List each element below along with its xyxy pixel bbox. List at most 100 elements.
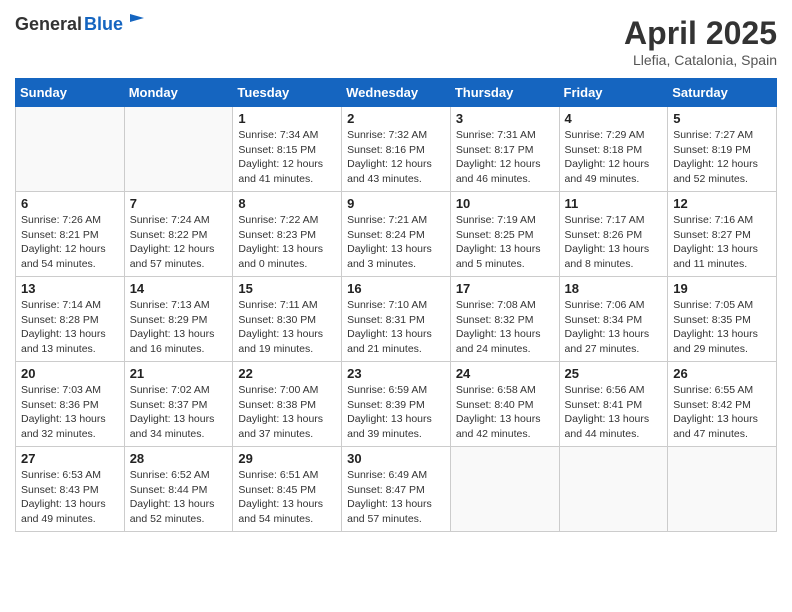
day-info: Sunrise: 7:22 AMSunset: 8:23 PMDaylight:… [238, 213, 336, 272]
calendar-day-cell: 29Sunrise: 6:51 AMSunset: 8:45 PMDayligh… [233, 447, 342, 532]
day-number: 17 [456, 281, 554, 296]
day-number: 8 [238, 196, 336, 211]
day-number: 27 [21, 451, 119, 466]
day-number: 5 [673, 111, 771, 126]
calendar-day-cell: 26 Sunrise: 6:55 AMSunset: 8:42 PMDayligh… [668, 362, 777, 447]
calendar-day-cell: 14 Sunrise: 7:13 AMSunset: 8:29 PMDayligh… [124, 277, 233, 362]
day-info: Sunrise: 6:52 AMSunset: 8:44 PMDaylight:… [130, 468, 228, 527]
calendar-day-cell: 19 Sunrise: 7:05 AMSunset: 8:35 PMDayligh… [668, 277, 777, 362]
calendar-day-cell: 7Sunrise: 7:24 AMSunset: 8:22 PMDaylight… [124, 192, 233, 277]
calendar-day-cell: 22Sunrise: 7:00 AMSunset: 8:38 PMDayligh… [233, 362, 342, 447]
logo-blue-text: Blue [84, 14, 123, 34]
day-number: 4 [565, 111, 663, 126]
calendar-week-row: 13Sunrise: 7:14 AMSunset: 8:28 PMDayligh… [16, 277, 777, 362]
day-of-week-header: Sunday [16, 79, 125, 107]
day-info: Sunrise: 7:17 AMSunset: 8:26 PMDaylight:… [565, 213, 663, 272]
day-number: 30 [347, 451, 445, 466]
calendar-day-cell: 16Sunrise: 7:10 AMSunset: 8:31 PMDayligh… [342, 277, 451, 362]
logo-flag-icon [126, 10, 148, 32]
day-info: Sunrise: 7:08 AMSunset: 8:32 PMDaylight:… [456, 298, 554, 357]
day-number: 28 [130, 451, 228, 466]
day-number: 10 [456, 196, 554, 211]
day-info: Sunrise: 7:13 AMSunset: 8:29 PMDaylight:… [130, 298, 228, 357]
day-number: 22 [238, 366, 336, 381]
calendar-day-cell: 5 Sunrise: 7:27 AMSunset: 8:19 PMDaylight… [668, 107, 777, 192]
calendar-header-row: SundayMondayTuesdayWednesdayThursdayFrid… [16, 79, 777, 107]
logo-general: GeneralBlue [15, 15, 123, 35]
day-info: Sunrise: 7:11 AMSunset: 8:30 PMDaylight:… [238, 298, 336, 357]
day-info: Sunrise: 6:58 AMSunset: 8:40 PMDaylight:… [456, 383, 554, 442]
day-number: 15 [238, 281, 336, 296]
calendar-day-cell: 28 Sunrise: 6:52 AMSunset: 8:44 PMDayligh… [124, 447, 233, 532]
calendar-day-cell: 15 Sunrise: 7:11 AMSunset: 8:30 PMDayligh… [233, 277, 342, 362]
calendar-day-cell: 12Sunrise: 7:16 AMSunset: 8:27 PMDayligh… [668, 192, 777, 277]
calendar-day-cell [559, 447, 668, 532]
calendar-day-cell: 10 Sunrise: 7:19 AMSunset: 8:25 PMDayligh… [450, 192, 559, 277]
day-number: 21 [130, 366, 228, 381]
day-of-week-header: Tuesday [233, 79, 342, 107]
day-info: Sunrise: 6:55 AMSunset: 8:42 PMDaylight:… [673, 383, 771, 442]
day-of-week-header: Wednesday [342, 79, 451, 107]
calendar-day-cell: 23 Sunrise: 6:59 AMSunset: 8:39 PMDayligh… [342, 362, 451, 447]
day-info: Sunrise: 7:03 AMSunset: 8:36 PMDaylight:… [21, 383, 119, 442]
calendar-day-cell: 20 Sunrise: 7:03 AMSunset: 8:36 PMDayligh… [16, 362, 125, 447]
day-number: 13 [21, 281, 119, 296]
day-info: Sunrise: 7:21 AMSunset: 8:24 PMDaylight:… [347, 213, 445, 272]
day-number: 19 [673, 281, 771, 296]
day-number: 20 [21, 366, 119, 381]
day-number: 16 [347, 281, 445, 296]
calendar-day-cell: 18 Sunrise: 7:06 AMSunset: 8:34 PMDayligh… [559, 277, 668, 362]
calendar-day-cell: 3 Sunrise: 7:31 AMSunset: 8:17 PMDaylight… [450, 107, 559, 192]
calendar-day-cell [668, 447, 777, 532]
day-number: 18 [565, 281, 663, 296]
day-of-week-header: Friday [559, 79, 668, 107]
calendar-day-cell: 4Sunrise: 7:29 AMSunset: 8:18 PMDaylight… [559, 107, 668, 192]
day-number: 23 [347, 366, 445, 381]
day-info: Sunrise: 7:31 AMSunset: 8:17 PMDaylight:… [456, 128, 554, 187]
day-number: 1 [238, 111, 336, 126]
day-info: Sunrise: 7:05 AMSunset: 8:35 PMDaylight:… [673, 298, 771, 357]
day-of-week-header: Thursday [450, 79, 559, 107]
calendar-day-cell [450, 447, 559, 532]
day-info: Sunrise: 7:19 AMSunset: 8:25 PMDaylight:… [456, 213, 554, 272]
page-header: GeneralBlue April 2025 Llefia, Catalonia… [15, 15, 777, 68]
day-info: Sunrise: 6:49 AMSunset: 8:47 PMDaylight:… [347, 468, 445, 527]
day-number: 2 [347, 111, 445, 126]
calendar-day-cell: 27 Sunrise: 6:53 AMSunset: 8:43 PMDayligh… [16, 447, 125, 532]
calendar-week-row: 6 Sunrise: 7:26 AMSunset: 8:21 PMDaylight… [16, 192, 777, 277]
calendar-week-row: 20 Sunrise: 7:03 AMSunset: 8:36 PMDayligh… [16, 362, 777, 447]
day-info: Sunrise: 7:06 AMSunset: 8:34 PMDaylight:… [565, 298, 663, 357]
day-info: Sunrise: 7:27 AMSunset: 8:19 PMDaylight:… [673, 128, 771, 187]
title-section: April 2025 Llefia, Catalonia, Spain [624, 15, 777, 68]
day-number: 9 [347, 196, 445, 211]
day-number: 29 [238, 451, 336, 466]
calendar-day-cell: 21Sunrise: 7:02 AMSunset: 8:37 PMDayligh… [124, 362, 233, 447]
day-of-week-header: Monday [124, 79, 233, 107]
day-number: 25 [565, 366, 663, 381]
calendar-day-cell: 25Sunrise: 6:56 AMSunset: 8:41 PMDayligh… [559, 362, 668, 447]
day-number: 24 [456, 366, 554, 381]
day-number: 6 [21, 196, 119, 211]
location: Llefia, Catalonia, Spain [624, 52, 777, 68]
calendar-day-cell: 24 Sunrise: 6:58 AMSunset: 8:40 PMDayligh… [450, 362, 559, 447]
day-number: 14 [130, 281, 228, 296]
calendar-week-row: 1Sunrise: 7:34 AMSunset: 8:15 PMDaylight… [16, 107, 777, 192]
day-info: Sunrise: 6:59 AMSunset: 8:39 PMDaylight:… [347, 383, 445, 442]
calendar-day-cell: 6 Sunrise: 7:26 AMSunset: 8:21 PMDaylight… [16, 192, 125, 277]
calendar-day-cell: 13Sunrise: 7:14 AMSunset: 8:28 PMDayligh… [16, 277, 125, 362]
day-number: 12 [673, 196, 771, 211]
calendar-week-row: 27 Sunrise: 6:53 AMSunset: 8:43 PMDayligh… [16, 447, 777, 532]
day-number: 11 [565, 196, 663, 211]
day-info: Sunrise: 7:26 AMSunset: 8:21 PMDaylight:… [21, 213, 119, 272]
calendar-day-cell: 17 Sunrise: 7:08 AMSunset: 8:32 PMDayligh… [450, 277, 559, 362]
month-title: April 2025 [624, 15, 777, 52]
calendar-day-cell: 1Sunrise: 7:34 AMSunset: 8:15 PMDaylight… [233, 107, 342, 192]
day-number: 7 [130, 196, 228, 211]
day-number: 3 [456, 111, 554, 126]
day-number: 26 [673, 366, 771, 381]
calendar-day-cell: 30 Sunrise: 6:49 AMSunset: 8:47 PMDayligh… [342, 447, 451, 532]
day-info: Sunrise: 6:53 AMSunset: 8:43 PMDaylight:… [21, 468, 119, 527]
calendar-day-cell: 11 Sunrise: 7:17 AMSunset: 8:26 PMDayligh… [559, 192, 668, 277]
calendar-table: SundayMondayTuesdayWednesdayThursdayFrid… [15, 78, 777, 532]
calendar-day-cell [124, 107, 233, 192]
